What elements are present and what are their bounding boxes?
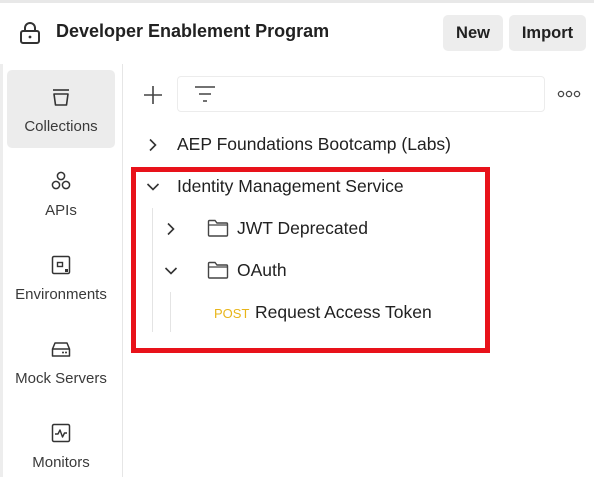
new-button[interactable]: New xyxy=(443,15,503,51)
sidebar-item-environments[interactable]: Environments xyxy=(7,238,115,316)
apis-icon xyxy=(51,171,71,190)
sidebar-item-label: Mock Servers xyxy=(15,370,107,387)
environments-icon xyxy=(51,255,71,275)
import-button[interactable]: Import xyxy=(509,15,586,51)
lock-icon xyxy=(20,22,40,44)
plus-icon[interactable] xyxy=(141,83,165,107)
sidebar-item-monitors[interactable]: Monitors xyxy=(7,406,115,477)
sidebar-item-apis[interactable]: APIs xyxy=(7,154,115,232)
chevron-right-icon[interactable] xyxy=(146,138,160,152)
sidebar-item-label: APIs xyxy=(45,202,77,219)
collection-aep-foundations-bootcamp[interactable]: AEP Foundations Bootcamp (Labs) xyxy=(177,134,451,155)
mock-servers-icon xyxy=(51,342,71,357)
sidebar-item-label: Collections xyxy=(24,118,98,135)
more-options-icon[interactable] xyxy=(556,86,582,102)
workspace-header: Developer Enablement Program New Import xyxy=(0,0,594,64)
monitors-icon xyxy=(51,423,71,443)
sidebar-item-label: Environments xyxy=(15,286,107,303)
sidebar-item-mock-servers[interactable]: Mock Servers xyxy=(7,322,115,400)
highlight-box xyxy=(131,167,490,353)
collections-icon xyxy=(53,89,69,106)
sidebar-item-collections[interactable]: Collections xyxy=(7,70,115,148)
search-input[interactable] xyxy=(177,76,545,112)
sidebar-item-label: Monitors xyxy=(32,454,90,471)
workspace-title: Developer Enablement Program xyxy=(56,21,330,41)
filter-icon[interactable] xyxy=(194,84,216,104)
